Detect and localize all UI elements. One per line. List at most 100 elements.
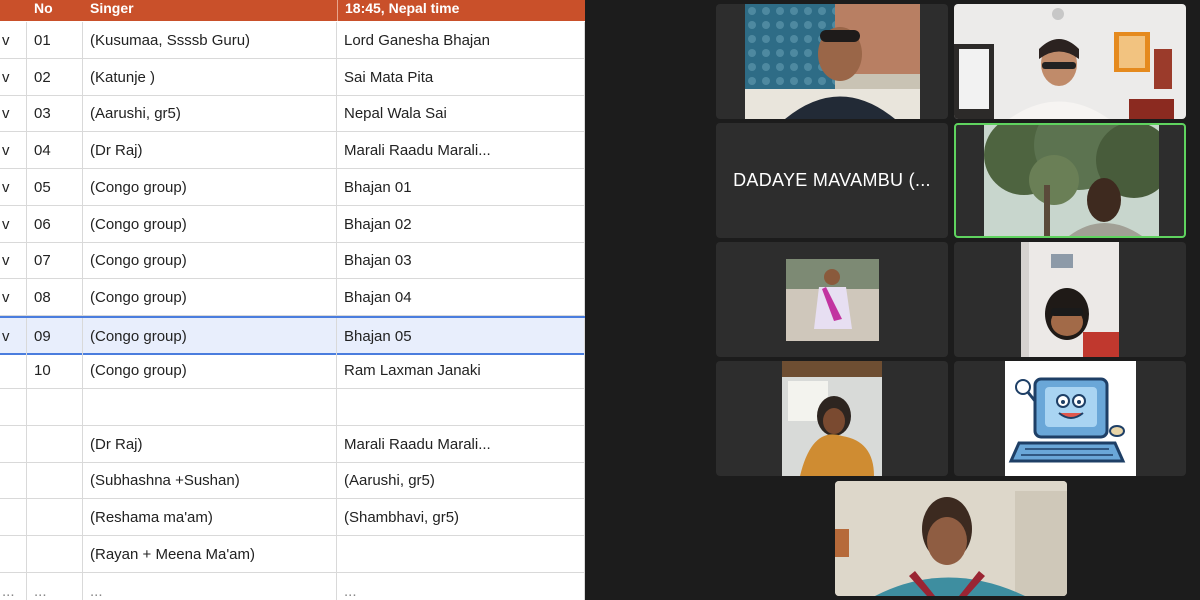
singer-cell[interactable]: (Reshama ma'am): [83, 499, 337, 537]
mark-cell[interactable]: v: [0, 168, 27, 206]
singer-cell[interactable]: (Dr Raj): [83, 132, 337, 170]
table-row[interactable]: v 04 (Dr Raj) Marali Raadu Marali...: [0, 132, 585, 170]
mark-cell[interactable]: v: [0, 278, 27, 316]
mark-cell[interactable]: [0, 389, 27, 426]
participant-9-image: [835, 481, 1067, 596]
table-row[interactable]: v 01 (Kusumaa, Ssssb Guru) Lord Ganesha Bha…: [0, 22, 585, 59]
no-cell[interactable]: ...: [27, 572, 83, 600]
header-singer[interactable]: Singer: [83, 0, 337, 21]
mark-cell[interactable]: v: [0, 317, 27, 355]
no-cell[interactable]: 05: [27, 168, 83, 206]
video-tile-5[interactable]: [716, 242, 948, 357]
no-cell[interactable]: [27, 462, 83, 500]
song-cell[interactable]: Ram Laxman Janaki: [337, 352, 585, 390]
no-cell[interactable]: [27, 535, 83, 573]
mark-cell[interactable]: [0, 535, 27, 573]
song-cell[interactable]: Bhajan 01: [337, 168, 585, 206]
table-row[interactable]: (Rayan + Meena Ma'am): [0, 535, 585, 573]
no-cell[interactable]: [27, 499, 83, 537]
table-row[interactable]: v 09 (Congo group) Bhajan 05: [0, 315, 585, 355]
song-cell[interactable]: Bhajan 02: [337, 205, 585, 243]
video-tile-3-name[interactable]: DADAYE MAVAMBU (...: [716, 123, 948, 238]
singer-cell[interactable]: (Katunje ): [83, 58, 337, 96]
song-cell[interactable]: Marali Raadu Marali...: [337, 132, 585, 170]
song-cell[interactable]: Nepal Wala Sai: [337, 95, 585, 133]
table-row[interactable]: v 03 (Aarushi, gr5) Nepal Wala Sai: [0, 95, 585, 133]
mark-cell[interactable]: v: [0, 132, 27, 170]
table-row[interactable]: v 06 (Congo group) Bhajan 02: [0, 205, 585, 243]
participant-video: [1021, 242, 1119, 357]
mark-cell[interactable]: [0, 425, 27, 463]
mark-cell[interactable]: v: [0, 205, 27, 243]
participant-video: [835, 481, 1067, 596]
no-cell[interactable]: 04: [27, 132, 83, 170]
singer-cell[interactable]: (Congo group): [83, 352, 337, 390]
song-cell[interactable]: Lord Ganesha Bhajan: [337, 22, 585, 59]
table-row[interactable]: (Reshama ma'am) (Shambhavi, gr5): [0, 499, 585, 537]
song-cell[interactable]: (Aarushi, gr5): [337, 462, 585, 500]
mark-cell[interactable]: ...: [0, 572, 27, 600]
header-no[interactable]: No: [27, 0, 83, 21]
no-cell[interactable]: 06: [27, 205, 83, 243]
participant-6-image: [1021, 242, 1119, 357]
table-row[interactable]: (Dr Raj) Marali Raadu Marali...: [0, 425, 585, 463]
singer-cell[interactable]: (Dr Raj): [83, 425, 337, 463]
song-cell[interactable]: ...: [337, 572, 585, 600]
participant-4-image: [984, 125, 1159, 236]
header-time[interactable]: 18:45, Nepal time: [337, 0, 585, 21]
video-tile-8[interactable]: [954, 361, 1186, 476]
mark-cell[interactable]: v: [0, 22, 27, 59]
no-cell[interactable]: 03: [27, 95, 83, 133]
no-cell[interactable]: 01: [27, 22, 83, 59]
no-cell[interactable]: [27, 389, 83, 426]
video-tile-6[interactable]: [954, 242, 1186, 357]
participant-video: [954, 4, 1186, 119]
table-row[interactable]: v 05 (Congo group) Bhajan 01: [0, 168, 585, 206]
singer-cell[interactable]: (Congo group): [83, 168, 337, 206]
singer-cell[interactable]: [83, 389, 337, 426]
table-row[interactable]: v 07 (Congo group) Bhajan 03: [0, 242, 585, 280]
singer-cell[interactable]: (Kusumaa, Ssssb Guru): [83, 22, 337, 59]
no-cell[interactable]: 10: [27, 352, 83, 390]
singer-cell[interactable]: (Congo group): [83, 278, 337, 316]
singer-cell[interactable]: (Congo group): [83, 242, 337, 280]
song-cell[interactable]: Bhajan 04: [337, 278, 585, 316]
header-mark-cell[interactable]: [0, 0, 27, 21]
no-cell[interactable]: [27, 425, 83, 463]
singer-cell[interactable]: (Aarushi, gr5): [83, 95, 337, 133]
singer-cell[interactable]: (Congo group): [83, 205, 337, 243]
singer-cell[interactable]: ...: [83, 572, 337, 600]
singer-cell[interactable]: (Subhashna +Sushan): [83, 462, 337, 500]
no-cell[interactable]: 07: [27, 242, 83, 280]
video-tile-4-active-speaker[interactable]: [954, 123, 1186, 238]
mark-cell[interactable]: v: [0, 95, 27, 133]
participant-video: [984, 125, 1159, 236]
song-cell[interactable]: Marali Raadu Marali...: [337, 425, 585, 463]
song-cell[interactable]: Bhajan 03: [337, 242, 585, 280]
singer-cell[interactable]: (Rayan + Meena Ma'am): [83, 535, 337, 573]
table-row[interactable]: v 02 (Katunje ) Sai Mata Pita: [0, 58, 585, 96]
song-cell[interactable]: Bhajan 05: [337, 317, 585, 355]
no-cell[interactable]: 02: [27, 58, 83, 96]
table-row[interactable]: ............: [0, 572, 585, 600]
video-tile-9[interactable]: [835, 481, 1067, 596]
video-tile-1[interactable]: [716, 4, 948, 119]
table-row[interactable]: (Subhashna +Sushan) (Aarushi, gr5): [0, 462, 585, 500]
mark-cell[interactable]: v: [0, 58, 27, 96]
table-row[interactable]: v 08 (Congo group) Bhajan 04: [0, 278, 585, 316]
song-cell[interactable]: Sai Mata Pita: [337, 58, 585, 96]
no-cell[interactable]: 08: [27, 278, 83, 316]
mark-cell[interactable]: v: [0, 242, 27, 280]
singer-cell[interactable]: (Congo group): [83, 317, 337, 355]
table-row[interactable]: [0, 389, 585, 426]
no-cell[interactable]: 09: [27, 317, 83, 355]
video-tile-7[interactable]: [716, 361, 948, 476]
mark-cell[interactable]: [0, 352, 27, 390]
song-cell[interactable]: [337, 389, 585, 426]
mark-cell[interactable]: [0, 499, 27, 537]
table-row[interactable]: 10 (Congo group) Ram Laxman Janaki: [0, 352, 585, 390]
video-tile-2[interactable]: [954, 4, 1186, 119]
song-cell[interactable]: (Shambhavi, gr5): [337, 499, 585, 537]
mark-cell[interactable]: [0, 462, 27, 500]
song-cell[interactable]: [337, 535, 585, 573]
